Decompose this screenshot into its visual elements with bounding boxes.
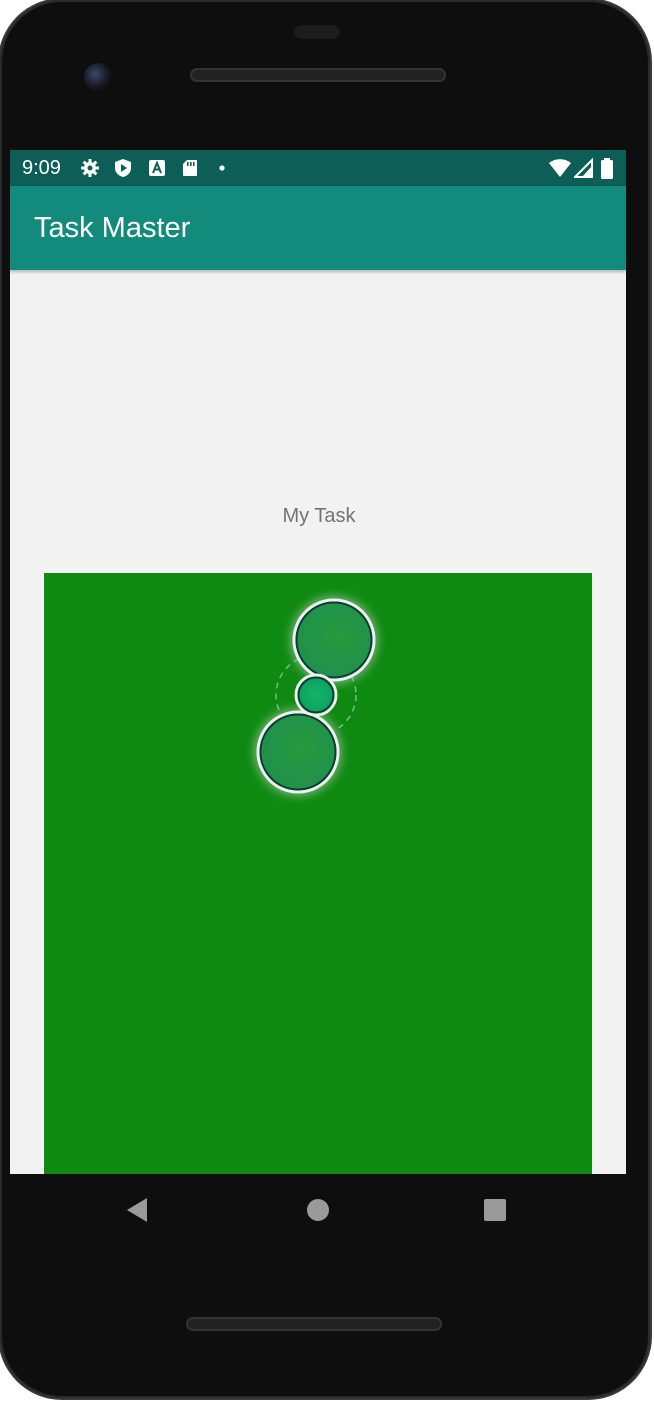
phone-frame: 9:09 Task Master My Task xyxy=(0,0,650,1398)
proximity-sensor xyxy=(294,25,340,39)
navigation-bar xyxy=(10,1174,626,1246)
dot-icon xyxy=(212,158,232,178)
front-camera xyxy=(84,63,112,91)
wifi-icon xyxy=(548,158,572,178)
task-label: My Task xyxy=(282,505,356,527)
bottom-speaker xyxy=(186,1317,442,1331)
shield-play-icon xyxy=(113,158,133,178)
task-canvas[interactable] xyxy=(44,573,592,1174)
nodes-graphic xyxy=(256,598,376,794)
screen: 9:09 Task Master My Task xyxy=(10,150,626,1174)
large-circle-bottom[interactable] xyxy=(256,710,340,794)
recent-apps-icon[interactable] xyxy=(479,1194,511,1226)
battery-icon xyxy=(600,158,614,179)
a-icon xyxy=(147,158,167,178)
home-icon[interactable] xyxy=(302,1194,334,1226)
sd-card-icon xyxy=(180,158,200,178)
large-circle-top[interactable] xyxy=(292,598,376,682)
signal-icon xyxy=(572,157,594,178)
app-title: Task Master xyxy=(34,212,191,244)
small-circle-middle[interactable] xyxy=(294,673,338,717)
gear-icon xyxy=(80,158,100,178)
status-bar: 9:09 xyxy=(10,150,626,186)
status-time: 9:09 xyxy=(22,157,61,179)
back-icon[interactable] xyxy=(122,1194,154,1226)
earpiece-speaker xyxy=(190,68,446,82)
app-bar: Task Master xyxy=(10,186,626,270)
